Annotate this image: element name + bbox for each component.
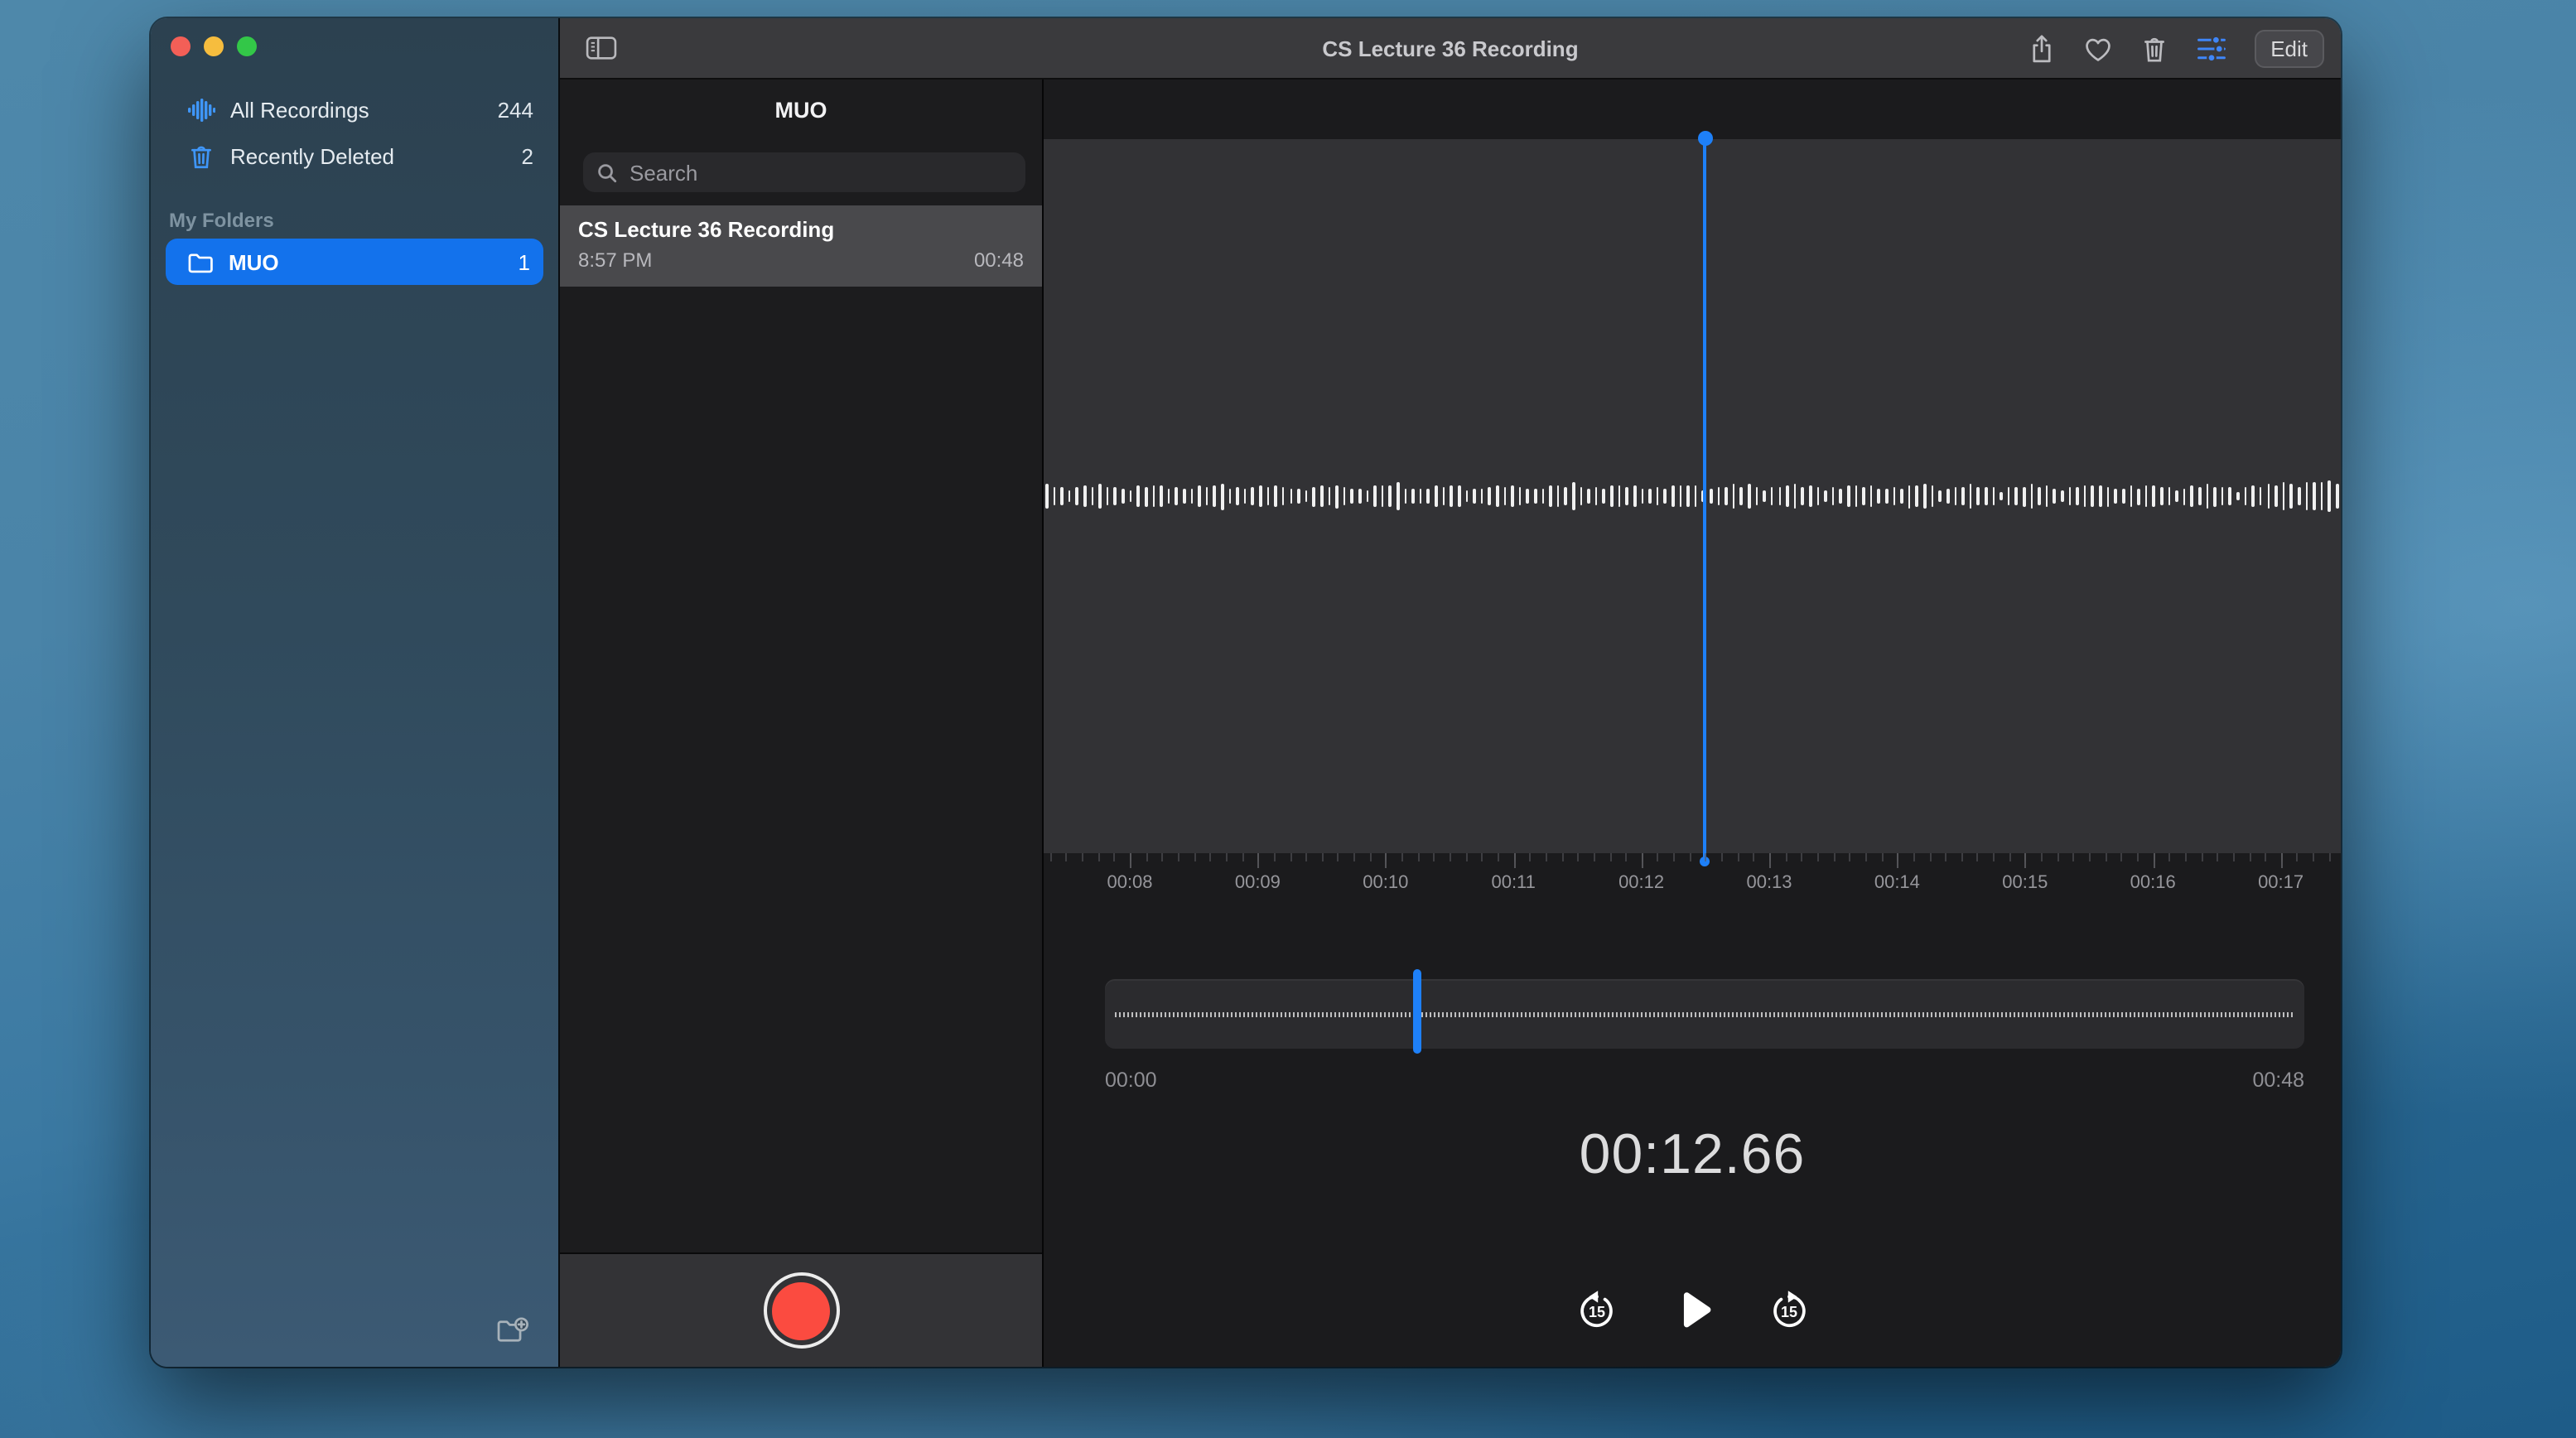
playback-controls: 15 15	[1044, 1286, 2341, 1335]
new-folder-button[interactable]	[495, 1315, 530, 1347]
window-controls	[171, 36, 257, 56]
favorite-heart-icon[interactable]	[2082, 35, 2113, 63]
desktop-wallpaper: All Recordings 244 Recently Deleted 2 My…	[0, 0, 2576, 1438]
share-icon[interactable]	[2027, 33, 2055, 65]
sidebar-item-count: 244	[498, 97, 533, 122]
recording-title: CS Lecture 36 Recording	[578, 217, 1024, 242]
ruler-label: 00:14	[1847, 873, 1946, 893]
edit-button[interactable]: Edit	[2254, 30, 2324, 68]
sidebar-section-label: My Folders	[169, 209, 558, 232]
ruler-label: 00:13	[1720, 873, 1819, 893]
delete-trash-icon[interactable]	[2139, 33, 2168, 65]
sidebar-folder-muo[interactable]: MUO 1	[166, 239, 543, 285]
ruler-label: 00:08	[1080, 873, 1179, 893]
scrubber-start-label: 00:00	[1105, 1069, 1157, 1092]
ruler-label: 00:11	[1464, 873, 1563, 893]
player-panel: 00:08 00:09 00:10 00:11 00:12 00:13 00:14 00:15…	[1044, 80, 2341, 1367]
playback-settings-icon[interactable]	[2194, 35, 2227, 63]
skip-forward-15-button[interactable]: 15	[1767, 1289, 1810, 1332]
recording-duration: 00:48	[974, 249, 1024, 272]
list-header: MUO	[560, 80, 1042, 139]
play-button[interactable]	[1667, 1286, 1717, 1335]
overview-waveform-line	[1115, 1011, 2294, 1016]
folder-icon	[186, 248, 214, 276]
waveform-icon	[187, 95, 215, 123]
record-dot-icon	[772, 1281, 830, 1339]
sidebar-item-recently-deleted[interactable]: Recently Deleted 2	[151, 133, 558, 179]
folder-count: 1	[519, 249, 530, 274]
skip-back-15-button[interactable]: 15	[1575, 1289, 1618, 1332]
search-field[interactable]	[583, 152, 1025, 192]
sidebar-item-label: Recently Deleted	[230, 143, 522, 168]
playhead[interactable]	[1697, 131, 1714, 876]
record-button[interactable]	[763, 1272, 839, 1349]
search-input[interactable]	[626, 158, 1012, 186]
waveform-view[interactable]	[1044, 139, 2341, 853]
titlebar: CS Lecture 36 Recording	[560, 18, 2341, 80]
folder-label: MUO	[229, 249, 519, 274]
ruler-label: 00:15	[1975, 873, 2075, 893]
skip-forward-amount: 15	[1780, 1304, 1797, 1320]
waveform-bars	[1044, 139, 2341, 853]
close-button[interactable]	[171, 36, 191, 56]
scrubber-end-label: 00:48	[2252, 1069, 2304, 1092]
sidebar-item-label: All Recordings	[230, 97, 498, 122]
search-icon	[596, 162, 618, 183]
minimize-button[interactable]	[204, 36, 224, 56]
ruler-label: 00:09	[1208, 873, 1307, 893]
playhead-line	[1704, 139, 1707, 861]
zoom-button[interactable]	[237, 36, 257, 56]
sidebar: All Recordings 244 Recently Deleted 2 My…	[151, 18, 560, 1367]
toggle-sidebar-button[interactable]	[583, 31, 620, 65]
recording-time: 8:57 PM	[578, 249, 652, 272]
current-time-display: 00:12.66	[1044, 1123, 2341, 1188]
sidebar-item-count: 2	[522, 143, 533, 168]
ruler-label: 00:10	[1336, 873, 1435, 893]
ruler-label: 00:16	[2103, 873, 2202, 893]
time-ruler: 00:08 00:09 00:10 00:11 00:12 00:13 00:14 00:15…	[1044, 853, 2341, 903]
skip-back-amount: 15	[1588, 1304, 1604, 1320]
ruler-label: 00:12	[1592, 873, 1691, 893]
recordings-list-panel: MUO CS Lecture 36 Recording 8:57 PM 00:4…	[560, 80, 1044, 1367]
sidebar-item-all-recordings[interactable]: All Recordings 244	[151, 86, 558, 133]
ruler-label: 00:17	[2231, 873, 2331, 893]
recording-list-item[interactable]: CS Lecture 36 Recording 8:57 PM 00:48	[560, 205, 1042, 287]
overview-scrubber[interactable]	[1105, 979, 2304, 1049]
record-strip	[560, 1252, 1042, 1367]
voice-memos-window: All Recordings 244 Recently Deleted 2 My…	[151, 18, 2341, 1367]
trash-icon	[187, 142, 215, 170]
scrubber-thumb[interactable]	[1412, 969, 1421, 1054]
